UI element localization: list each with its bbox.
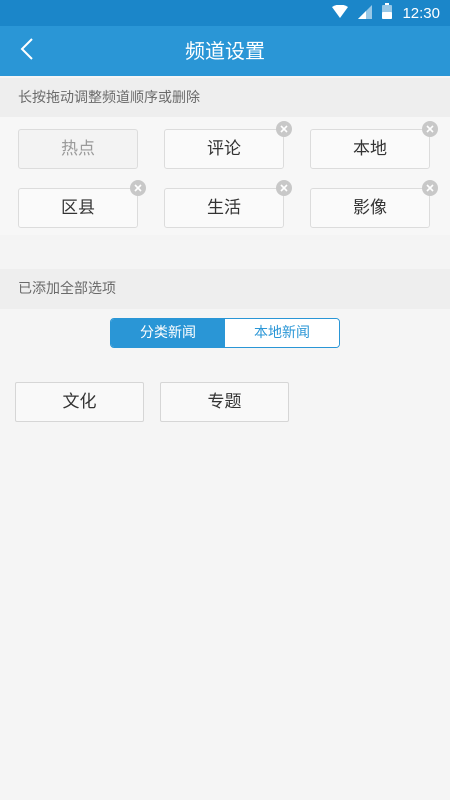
available-chip-topics[interactable]: 专题 xyxy=(160,382,289,422)
drag-hint: 长按拖动调整频道顺序或删除 xyxy=(0,78,450,118)
battery-icon xyxy=(382,3,393,23)
channel-label: 文化 xyxy=(62,392,97,412)
channel-chip-county[interactable]: 区县 xyxy=(18,180,146,228)
tab-category-news[interactable]: 分类新闻 xyxy=(111,319,225,347)
channel-chip-comment[interactable]: 评论 xyxy=(164,121,292,169)
spacer xyxy=(0,235,450,269)
channel-chip-local[interactable]: 本地 xyxy=(310,121,438,169)
available-chip-culture[interactable]: 文化 xyxy=(15,382,144,422)
remove-icon[interactable] xyxy=(130,180,146,196)
channel-label: 热点 xyxy=(61,139,95,159)
remove-icon[interactable] xyxy=(422,121,438,137)
my-channels-grid: 热点 评论 本地 区县 生活 影像 xyxy=(0,117,450,235)
wifi-icon xyxy=(332,4,349,23)
remove-icon[interactable] xyxy=(276,180,292,196)
channel-label: 本地 xyxy=(353,139,387,159)
titlebar: 频道设置 xyxy=(0,26,450,76)
signal-icon xyxy=(358,4,373,23)
added-section-title: 已添加全部选项 xyxy=(0,269,450,309)
remove-icon[interactable] xyxy=(422,180,438,196)
status-bar: 12:30 xyxy=(0,0,450,26)
channel-label: 影像 xyxy=(353,198,387,218)
channel-chip-life[interactable]: 生活 xyxy=(164,180,292,228)
channel-label: 区县 xyxy=(61,198,95,218)
remove-icon[interactable] xyxy=(276,121,292,137)
channel-label: 评论 xyxy=(207,139,241,159)
status-time: 12:30 xyxy=(402,4,440,22)
channel-label: 生活 xyxy=(207,198,241,218)
tab-local-news[interactable]: 本地新闻 xyxy=(225,319,339,347)
page-title: 频道设置 xyxy=(185,39,265,63)
channel-label: 专题 xyxy=(207,392,242,412)
channel-chip-image[interactable]: 影像 xyxy=(310,180,438,228)
channel-chip-hotspot[interactable]: 热点 xyxy=(18,129,138,169)
category-tabs: 分类新闻 本地新闻 xyxy=(110,318,340,348)
